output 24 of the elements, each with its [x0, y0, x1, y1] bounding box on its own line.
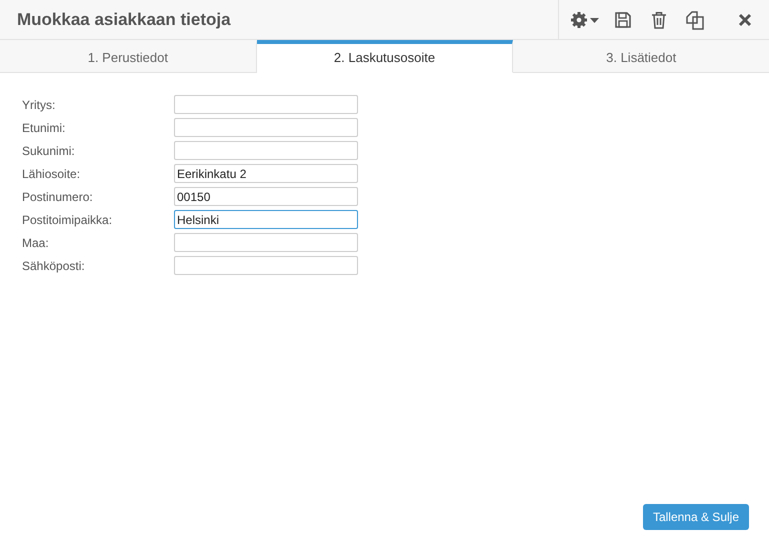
settings-icon[interactable] — [570, 10, 600, 28]
field-label: Yritys: — [22, 96, 56, 114]
field-label: Sukunimi: — [22, 142, 76, 160]
close-icon[interactable] — [738, 12, 752, 26]
copy-icon[interactable] — [685, 10, 705, 30]
field-label: Etunimi: — [22, 120, 66, 136]
field-label: Postitoimipaikka: — [22, 212, 114, 228]
save-icon[interactable] — [614, 10, 632, 28]
field-label: Maa: — [22, 234, 50, 252]
input-field[interactable] — [174, 141, 358, 160]
input-field[interactable] — [174, 95, 358, 114]
input-field[interactable]: Helsinki — [174, 210, 358, 229]
trash-icon[interactable] — [651, 10, 667, 28]
field-label: Sähköposti: — [22, 258, 86, 274]
window-title: Muokkaa asiakkaan tietoja — [16, 8, 231, 31]
input-field[interactable]: 00150 — [174, 187, 358, 206]
tab[interactable]: 1. Perustiedot — [0, 40, 257, 73]
field-label: Lähiosoite: — [22, 166, 82, 182]
input-field[interactable] — [174, 118, 358, 137]
input-field[interactable] — [174, 233, 358, 252]
field-label: Postinumero: — [22, 188, 94, 206]
tab[interactable]: 2. Laskutusosoite — [256, 40, 514, 73]
input-field[interactable]: Eerikinkatu 2 — [174, 164, 358, 183]
input-field[interactable] — [174, 256, 358, 275]
